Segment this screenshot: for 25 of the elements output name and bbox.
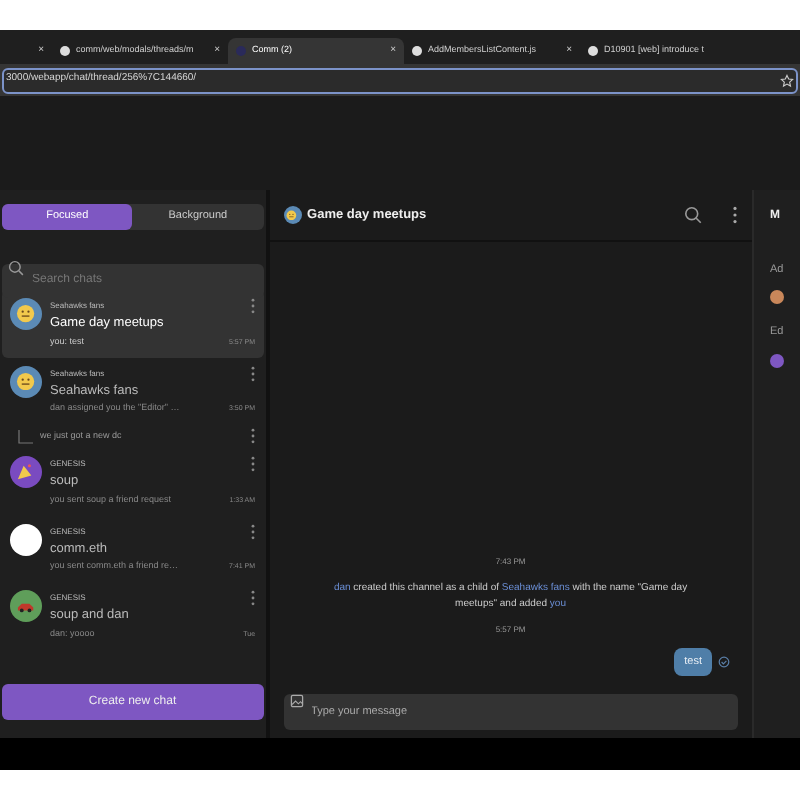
more-options-icon[interactable] [249,523,256,539]
emoji-avatar [10,365,42,397]
more-options-icon[interactable] [249,590,256,606]
car-avatar [10,590,42,622]
more-options-icon[interactable] [249,456,256,472]
more-options-icon[interactable] [249,365,256,381]
image-icon[interactable] [289,693,304,707]
site-icon [412,46,422,56]
sent-check-icon [718,655,731,668]
thread-branch-icon [18,429,34,443]
search-icon[interactable] [684,206,703,224]
avatar [10,523,42,555]
party-avatar [10,456,42,488]
site-icon [236,46,246,56]
more-options-icon[interactable] [249,428,256,444]
star-icon[interactable] [780,73,794,87]
more-options-icon[interactable] [732,206,739,224]
site-icon [588,46,598,56]
emoji-avatar [283,206,302,224]
more-options-icon[interactable] [249,298,256,314]
search-icon [8,259,24,275]
site-icon [60,46,70,56]
role-badge [770,353,785,367]
emoji-avatar [10,298,42,330]
member-avatar [770,290,785,305]
